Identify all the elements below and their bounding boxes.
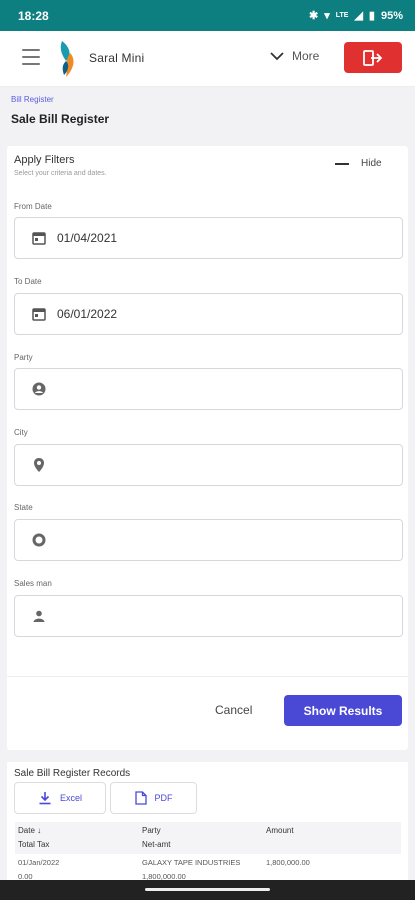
home-gesture-handle[interactable] xyxy=(145,888,270,891)
hide-filters-button[interactable]: Hide xyxy=(335,158,382,169)
download-icon xyxy=(39,792,51,805)
from-date-value: 01/04/2021 xyxy=(57,231,118,245)
filters-card: Apply Filters Select your criteria and d… xyxy=(7,146,408,750)
city-field[interactable] xyxy=(14,444,403,486)
divider xyxy=(7,676,408,677)
location-pin-icon xyxy=(31,457,47,473)
status-bar: 18:28 ✱ ▾ LTE ◢ ▮ 95% xyxy=(0,0,415,31)
page-title: Sale Bill Register xyxy=(11,112,110,126)
records-table-header: Date ↓ Total Tax Party Net-amt Amount xyxy=(15,822,401,854)
battery-icon: ▮ xyxy=(368,10,375,22)
pdf-button[interactable]: PDF xyxy=(110,782,197,814)
row-amount: 1,800,000.00 xyxy=(266,858,310,867)
excel-button[interactable]: Excel xyxy=(14,782,106,814)
circle-icon xyxy=(31,532,47,548)
calendar-icon xyxy=(31,230,47,246)
minus-icon xyxy=(335,162,349,165)
filters-subtitle: Select your criteria and dates. xyxy=(14,170,107,177)
more-menu[interactable]: More xyxy=(270,49,319,63)
column-net-amt: Net-amt xyxy=(142,840,171,849)
pdf-label: PDF xyxy=(154,793,173,803)
salesman-field[interactable] xyxy=(14,595,403,637)
row-party: GALAXY TAPE INDUSTRIES xyxy=(142,858,241,867)
calendar-icon xyxy=(31,306,47,322)
to-date-label: To Date xyxy=(14,277,42,286)
filters-title: Apply Filters xyxy=(14,154,75,166)
more-label: More xyxy=(292,49,320,63)
column-date[interactable]: Date ↓ xyxy=(18,826,41,835)
column-amount: Amount xyxy=(266,826,294,835)
brand-name: Saral Mini xyxy=(89,51,145,65)
column-party: Party xyxy=(142,826,161,835)
account-circle-icon xyxy=(31,381,47,397)
app-logo xyxy=(60,41,74,77)
show-results-button[interactable]: Show Results xyxy=(284,695,402,726)
salesman-label: Sales man xyxy=(14,579,52,588)
row-date: 01/Jan/2022 xyxy=(18,858,60,867)
signal-icon: ◢ xyxy=(354,10,363,22)
chevron-down-icon xyxy=(270,52,284,61)
status-time: 18:28 xyxy=(18,8,49,23)
person-icon xyxy=(31,608,47,624)
party-field[interactable] xyxy=(14,368,403,410)
column-total-tax: Total Tax xyxy=(18,840,50,849)
system-nav-bar xyxy=(0,880,415,900)
from-date-label: From Date xyxy=(14,202,52,211)
wifi-icon: ▾ xyxy=(324,10,330,22)
app-bar: Saral Mini More xyxy=(0,31,415,87)
records-title: Sale Bill Register Records xyxy=(14,768,131,779)
to-date-field[interactable]: 06/01/2022 xyxy=(14,293,403,335)
bluetooth-icon: ✱ xyxy=(308,10,319,22)
hide-label: Hide xyxy=(361,158,382,169)
state-field[interactable] xyxy=(14,519,403,561)
excel-label: Excel xyxy=(59,793,82,803)
logout-button[interactable] xyxy=(344,42,402,73)
battery-level: 95% xyxy=(380,9,403,22)
city-label: City xyxy=(14,428,28,437)
logout-icon xyxy=(363,49,383,66)
records-card: Sale Bill Register Records Excel PDF Dat… xyxy=(7,762,408,881)
from-date-field[interactable]: 01/04/2021 xyxy=(14,217,403,259)
cancel-button[interactable]: Cancel xyxy=(215,703,252,717)
document-icon xyxy=(134,791,147,805)
sort-arrow-icon: ↓ xyxy=(37,826,42,835)
to-date-value: 06/01/2022 xyxy=(57,307,118,321)
state-label: State xyxy=(14,503,33,512)
menu-icon[interactable] xyxy=(22,49,40,65)
breadcrumb[interactable]: Bill Register xyxy=(11,95,54,104)
lte-label: LTE xyxy=(335,12,349,19)
party-label: Party xyxy=(14,353,33,362)
